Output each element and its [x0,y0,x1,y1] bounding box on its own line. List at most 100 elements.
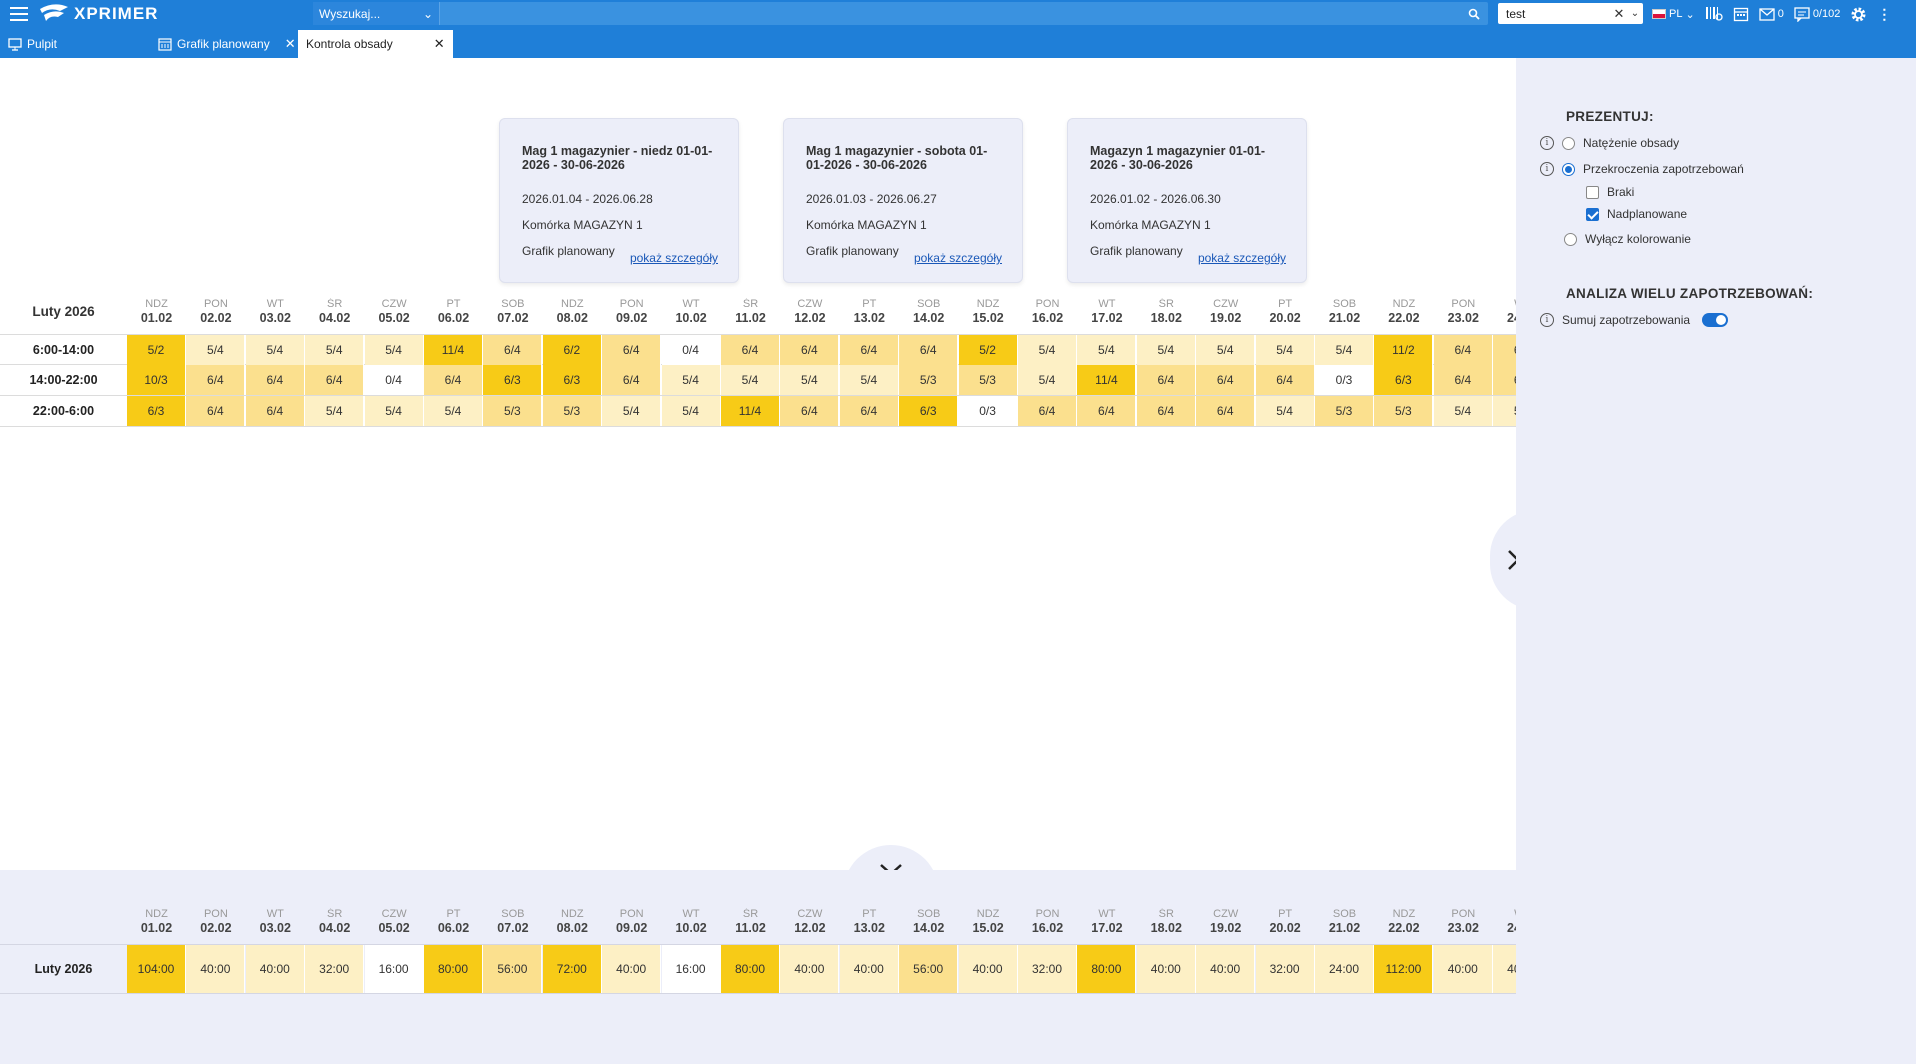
barcode-icon[interactable] [1705,6,1723,22]
staffing-cell[interactable]: 6/4 [721,335,780,365]
staffing-cell[interactable]: 0/3 [1315,365,1374,395]
summary-cell[interactable]: 40:00 [780,945,840,993]
staffing-cell[interactable]: 5/2 [127,335,186,365]
staffing-cell[interactable]: 6/4 [1433,365,1493,395]
staffing-cell[interactable]: 5/4 [661,365,721,395]
summary-cell[interactable]: 80:00 [424,945,483,993]
staffing-cell[interactable]: 6/4 [1255,365,1315,395]
staffing-cell[interactable]: 6/4 [602,335,662,365]
summary-cell[interactable]: 72:00 [542,945,602,993]
search-scope-select[interactable]: Wyszukaj... ⌄ [313,2,440,25]
summary-cell[interactable]: 32:00 [305,945,365,993]
summary-cell[interactable]: 56:00 [483,945,543,993]
tab-grafik-planowany[interactable]: Grafik planowany ✕ [150,30,304,58]
staffing-cell[interactable]: 6/4 [186,396,246,426]
staffing-cell[interactable]: 5/4 [424,396,483,426]
staffing-cell[interactable]: 5/4 [780,365,840,395]
tab-kontrola-obsady[interactable]: Kontrola obsady ✕ [298,30,453,58]
staffing-cell[interactable]: 6/4 [780,335,840,365]
staffing-cell[interactable]: 10/3 [127,365,186,395]
show-details-link[interactable]: pokaż szczegóły [1198,251,1286,265]
staffing-cell[interactable]: 11/4 [1077,365,1137,395]
option-nadplanowane[interactable]: Nadplanowane [1586,207,1687,221]
staffing-cell[interactable]: 5/3 [542,396,602,426]
info-icon[interactable]: i [1540,162,1554,176]
option-przekroczenia[interactable]: i Przekroczenia zapotrzebowań [1540,162,1744,176]
staffing-cell[interactable]: 5/4 [602,396,662,426]
staffing-cell[interactable]: 5/4 [1255,396,1315,426]
staffing-cell[interactable]: 6/4 [1433,335,1493,365]
gear-icon[interactable] [1850,6,1867,23]
close-icon[interactable]: ✕ [434,36,445,52]
calendar-icon[interactable] [1733,6,1749,22]
staffing-cell[interactable]: 6/3 [542,365,602,395]
staffing-cell[interactable]: 5/4 [839,365,899,395]
staffing-cell[interactable]: 6/3 [483,365,543,395]
staffing-cell[interactable]: 5/4 [1493,396,1516,426]
summary-cell[interactable]: 32:00 [1018,945,1077,993]
staffing-cell[interactable]: 0/4 [661,335,721,365]
staffing-cell[interactable]: 6/4 [602,365,662,395]
staffing-cell[interactable]: 5/4 [245,335,305,365]
checkbox-nadplanowane[interactable] [1586,207,1599,221]
tab-pulpit[interactable]: Pulpit [0,30,65,58]
staffing-cell[interactable]: 6/3 [1374,365,1434,395]
staffing-cell[interactable]: 6/4 [305,365,365,395]
staffing-cell[interactable]: 11/4 [424,335,483,365]
clear-icon[interactable]: ✕ [1611,6,1627,22]
app-logo[interactable]: XPRIMER [38,3,308,25]
staffing-cell[interactable]: 5/3 [483,396,543,426]
summary-cell[interactable]: 40:00 [186,945,246,993]
staffing-cell[interactable]: 6/4 [1196,396,1256,426]
summary-cell[interactable]: 40:00 [958,945,1018,993]
staffing-cell[interactable]: 5/4 [305,396,365,426]
staffing-cell[interactable]: 5/3 [958,365,1018,395]
summary-cell[interactable]: 104:00 [127,945,186,993]
staffing-cell[interactable]: 6/4 [1136,365,1196,395]
staffing-cell[interactable]: 5/4 [364,396,424,426]
info-icon[interactable]: i [1540,136,1554,150]
option-natezenie[interactable]: i Natężenie obsady [1540,136,1679,150]
staffing-cell[interactable]: 11/2 [1374,335,1434,365]
option-wylacz[interactable]: Wyłącz kolorowanie [1564,232,1691,246]
show-details-link[interactable]: pokaż szczegóły [630,251,718,265]
staffing-cell[interactable]: 6/4 [839,335,899,365]
show-details-link[interactable]: pokaż szczegóły [914,251,1002,265]
summary-cell[interactable]: 40:00 [245,945,305,993]
menu-icon[interactable] [0,0,38,28]
radio-natezenie[interactable] [1562,136,1575,150]
summary-cell[interactable]: 56:00 [899,945,959,993]
search-input[interactable] [440,2,1460,25]
summary-cell[interactable]: 80:00 [1077,945,1137,993]
staffing-cell[interactable]: 5/3 [1315,396,1374,426]
staffing-cell[interactable]: 5/4 [364,335,424,365]
staffing-cell[interactable]: 5/4 [1077,335,1137,365]
staffing-cell[interactable]: 5/4 [661,396,721,426]
summary-cell[interactable]: 40:00 [1433,945,1493,993]
staffing-cell[interactable]: 6/4 [245,365,305,395]
staffing-cell[interactable]: 6/4 [483,335,543,365]
staffing-cell[interactable]: 6/4 [245,396,305,426]
mail-button[interactable]: 0 [1759,7,1784,21]
staffing-cell[interactable]: 6/4 [839,396,899,426]
summary-cell[interactable]: 40:00 [1493,945,1516,993]
staffing-cell[interactable]: 5/4 [186,335,246,365]
sum-toggle[interactable] [1702,313,1729,327]
staffing-cell[interactable]: 6/4 [1077,396,1137,426]
summary-cell[interactable]: 24:00 [1315,945,1374,993]
summary-cell[interactable]: 32:00 [1255,945,1315,993]
messages-button[interactable]: 0/102 [1794,6,1840,22]
staffing-cell[interactable]: 6/4 [780,396,840,426]
radio-przekroczenia[interactable] [1562,162,1575,176]
summary-cell[interactable]: 40:00 [602,945,662,993]
close-icon[interactable]: ✕ [285,36,296,52]
staffing-cell[interactable]: 0/4 [364,365,424,395]
more-icon[interactable]: ⋮ [1877,6,1891,23]
staffing-cell[interactable]: 6/4 [1196,365,1256,395]
staffing-cell[interactable]: 5/4 [1018,335,1077,365]
staffing-cell[interactable]: 6/3 [127,396,186,426]
radio-wylacz[interactable] [1564,232,1577,246]
staffing-cell[interactable]: 5/4 [1315,335,1374,365]
staffing-cell[interactable]: 5/3 [899,365,959,395]
filter-select[interactable]: test ✕ ⌄ [1498,3,1643,24]
